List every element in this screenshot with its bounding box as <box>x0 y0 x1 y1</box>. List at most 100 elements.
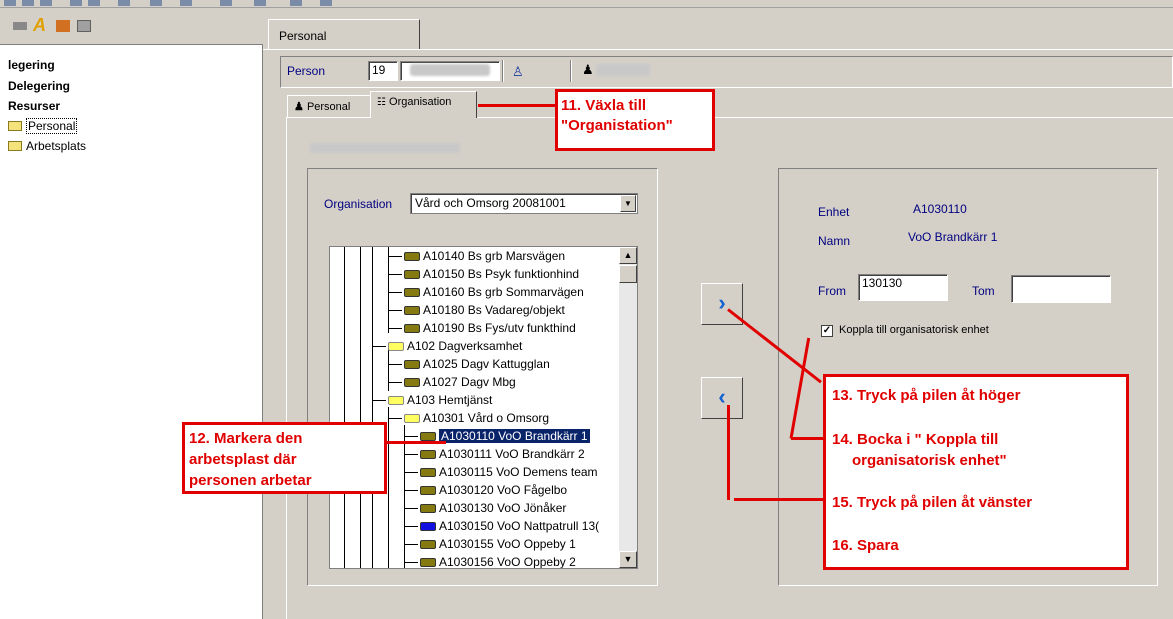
unit-icon <box>404 288 420 297</box>
tree-node[interactable]: A1030150 VoO Nattpatrull 13( <box>420 518 599 535</box>
tab-organisation[interactable]: ☷ Organisation <box>370 91 477 118</box>
koppla-checkbox[interactable]: ✓ <box>821 325 833 337</box>
toolbar-icon[interactable] <box>118 0 130 6</box>
tree-line <box>388 310 402 311</box>
tree-node[interactable]: A1027 Dagv Mbg <box>404 374 516 391</box>
tree-node[interactable]: A1030115 VoO Demens team <box>420 464 598 481</box>
tree-node-label: A1030156 VoO Oppeby 2 <box>439 555 576 569</box>
namn-value: VoO Brandkärr 1 <box>908 230 998 244</box>
tree-line <box>404 508 418 509</box>
tree-node-label: A10180 Bs Vadareg/objekt <box>423 303 565 317</box>
tree-line <box>404 436 418 437</box>
tom-label: Tom <box>972 284 995 298</box>
person-icon: ♟ <box>294 101 304 113</box>
unit-icon <box>420 504 436 513</box>
tree-line <box>388 292 402 293</box>
tree-item-delegering-root[interactable]: legering <box>8 58 55 72</box>
tree-line <box>388 349 389 391</box>
folder-icon <box>8 141 22 151</box>
tree-item-resurser[interactable]: Resurser <box>8 99 60 113</box>
tree-line <box>372 346 386 347</box>
tab-personal-main[interactable]: Personal <box>268 19 420 50</box>
unit-icon <box>404 252 420 261</box>
tree-item-arbetsplats[interactable]: Arbetsplats <box>8 139 86 153</box>
font-icon[interactable]: A <box>33 15 47 35</box>
tree-node-label: A1030115 VoO Demens team <box>439 465 598 479</box>
chevron-right-icon: › <box>718 290 726 315</box>
tree-line <box>404 544 418 545</box>
from-date-field[interactable]: 130130 <box>858 274 948 301</box>
toolbar-icon[interactable] <box>4 0 16 6</box>
redacted-text <box>410 64 490 76</box>
divider <box>570 60 572 82</box>
scroll-thumb[interactable] <box>619 265 637 283</box>
tree-line <box>404 526 418 527</box>
unit-icon <box>420 450 436 459</box>
tree-node[interactable]: A102 Dagverksamhet <box>388 338 522 355</box>
callout-steps-13-16: 13. Tryck på pilen åt höger 14. Bocka i … <box>823 374 1129 570</box>
organisation-label: Organisation <box>324 197 393 211</box>
person-id-prefix-field[interactable]: 19 <box>368 61 398 81</box>
tree-node[interactable]: A10150 Bs Psyk funktionhind <box>404 266 579 283</box>
tree-node[interactable]: A1030120 VoO Fågelbo <box>420 482 567 499</box>
toolbar-icon[interactable] <box>70 0 82 6</box>
tree-node[interactable]: A10140 Bs grb Marsvägen <box>404 248 565 265</box>
tree-node[interactable]: A1030111 VoO Brandkärr 2 <box>420 446 585 463</box>
tree-node[interactable]: A1025 Dagv Kattugglan <box>404 356 550 373</box>
toolbar-icon[interactable] <box>180 0 192 6</box>
unit-icon <box>420 468 436 477</box>
tree-item-delegering[interactable]: Delegering <box>8 79 70 93</box>
unit-icon <box>420 522 436 531</box>
enhet-value: A1030110 <box>913 202 967 216</box>
divider <box>502 60 504 82</box>
tree-node[interactable]: A1030130 VoO Jönåker <box>420 500 566 517</box>
tree-node-label: A1030120 VoO Fågelbo <box>439 483 568 497</box>
tree-node-label: A10160 Bs grb Sommarvägen <box>423 285 584 299</box>
tree-line <box>388 274 402 275</box>
org-chart-icon: ☷ <box>377 97 386 108</box>
tree-line <box>388 382 402 383</box>
unit-icon <box>404 270 420 279</box>
tom-date-field[interactable] <box>1011 275 1111 303</box>
callout-step-11: 11. Växla till "Organistation" <box>555 89 715 151</box>
person-search-icon[interactable]: ♙ <box>512 64 524 80</box>
tree-node[interactable]: A10301 Vård o Omsorg <box>404 410 549 427</box>
callout-line <box>734 498 826 501</box>
toolbar-icon[interactable] <box>40 0 52 6</box>
organisation-select[interactable]: Vård och Omsorg 20081001 ▼ <box>410 193 638 214</box>
toolbar-icon[interactable] <box>220 0 232 6</box>
move-left-button[interactable]: ‹ <box>701 377 743 419</box>
callout-line <box>791 437 826 440</box>
chevron-down-icon[interactable]: ▼ <box>620 195 636 212</box>
toolbar-icon[interactable] <box>22 0 34 6</box>
toolbar-icon[interactable] <box>88 0 100 6</box>
book-icon[interactable] <box>56 20 70 32</box>
left-navigation-panel: A legering Delegering Resurser Personal … <box>0 9 263 619</box>
scroll-down-button[interactable]: ▼ <box>619 551 637 568</box>
tab-personal[interactable]: ♟ Personal <box>287 95 371 118</box>
tree-line <box>388 407 389 568</box>
tree-node[interactable]: A1030155 VoO Oppeby 1 <box>420 536 576 553</box>
toolbar-icon[interactable] <box>150 0 162 6</box>
tree-line <box>404 490 418 491</box>
tree-node[interactable]: A10160 Bs grb Sommarvägen <box>404 284 584 301</box>
callout-line <box>478 104 558 107</box>
toolbar-icon[interactable] <box>290 0 302 6</box>
tree-node-label: A1030130 VoO Jönåker <box>439 501 567 515</box>
scroll-up-button[interactable]: ▲ <box>619 247 637 264</box>
tree-node[interactable]: A10180 Bs Vadareg/objekt <box>404 302 565 319</box>
tree-scrollbar[interactable]: ▲ ▼ <box>619 247 637 568</box>
list-icon[interactable] <box>13 22 27 30</box>
tree-node[interactable]: A103 Hemtjänst <box>388 392 492 409</box>
toolbar-icon[interactable] <box>320 0 332 6</box>
map-icon[interactable] <box>77 20 91 32</box>
tree-node[interactable]: A10190 Bs Fys/utv funkthind <box>404 320 576 337</box>
tree-node[interactable]: A1030156 VoO Oppeby 2 <box>420 554 576 569</box>
tree-node-label: A1030110 VoO Brandkärr 1 <box>439 429 590 443</box>
callout-step-12: 12. Markera den arbetsplast där personen… <box>182 422 387 494</box>
tree-item-personal[interactable]: Personal <box>8 118 78 134</box>
unit-icon <box>404 414 420 423</box>
tree-line <box>372 400 386 401</box>
toolbar-icon[interactable] <box>254 0 266 6</box>
organisation-tree[interactable]: A10140 Bs grb Marsvägen A10150 Bs Psyk fu… <box>329 246 638 569</box>
